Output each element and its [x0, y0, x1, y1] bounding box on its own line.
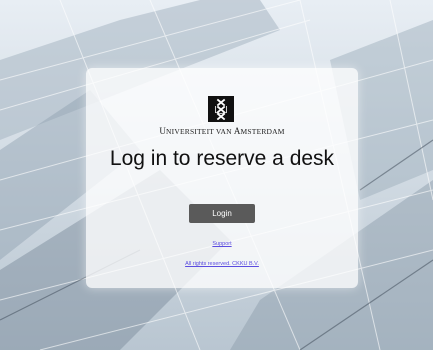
support-link[interactable]: Support	[86, 241, 358, 247]
login-card: UNIVERSITEIT VAN AMSTERDAM Log in to res…	[86, 68, 358, 288]
university-logo	[208, 96, 234, 122]
rights-link[interactable]: All rights reserved. CKKU B.V.	[86, 261, 358, 267]
university-name: UNIVERSITEIT VAN AMSTERDAM	[159, 126, 285, 136]
page-title: Log in to reserve a desk	[109, 147, 335, 170]
xxx-shield-icon	[215, 98, 227, 120]
login-button[interactable]: Login	[189, 204, 255, 223]
